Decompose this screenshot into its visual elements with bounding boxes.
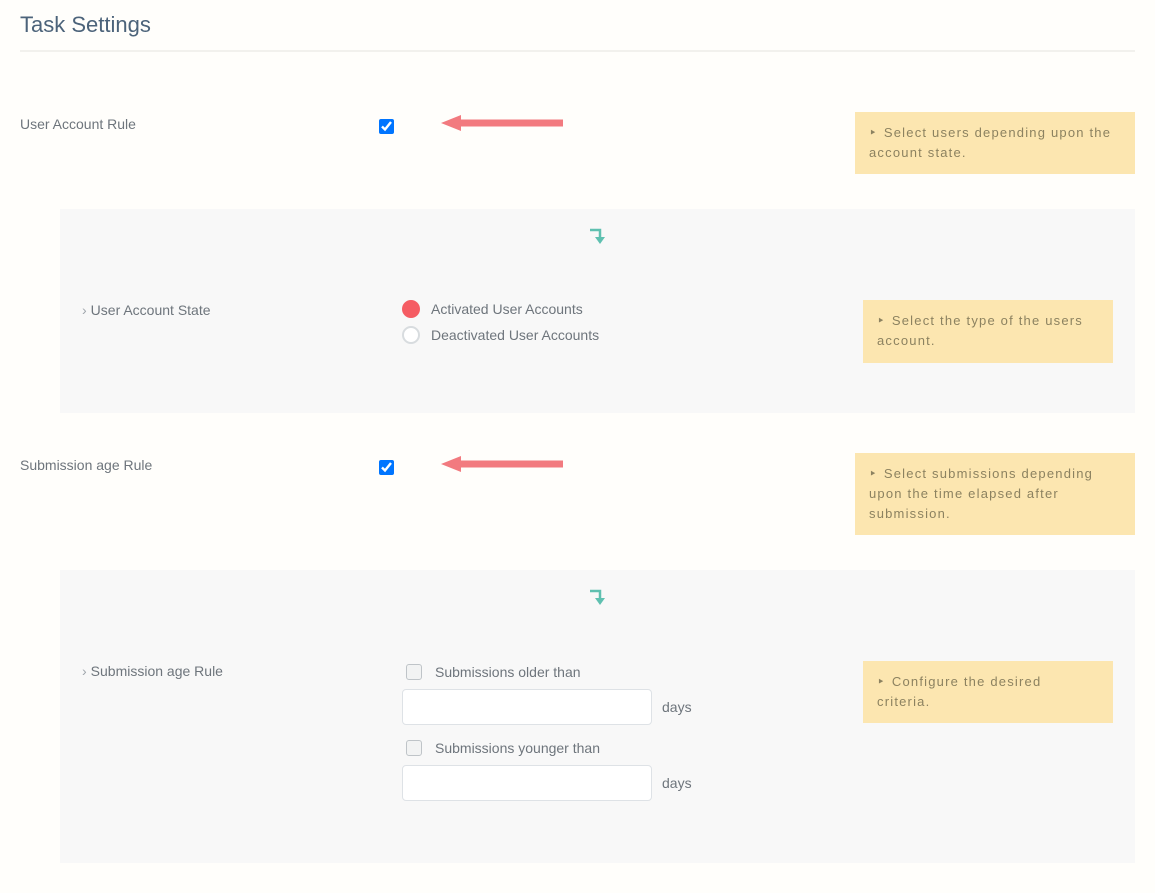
user-account-help: ‣Select users depending upon the account… bbox=[855, 112, 1135, 174]
submission-age-checkbox-wrap bbox=[375, 453, 425, 478]
bullet-icon: ‣ bbox=[869, 125, 878, 140]
submission-age-help-text: Select submissions depending upon the ti… bbox=[869, 466, 1093, 521]
user-account-checkbox-wrap bbox=[375, 112, 425, 137]
submission-age-sub-row: ›Submission age Rule Submissions older t… bbox=[82, 631, 1113, 813]
arrow-left-icon bbox=[437, 453, 567, 478]
down-arrow-icon bbox=[338, 227, 858, 250]
younger-than-input-row: days bbox=[402, 765, 848, 801]
older-than-input[interactable] bbox=[402, 689, 652, 725]
submission-age-panel: ›Submission age Rule Submissions older t… bbox=[60, 570, 1135, 863]
submission-age-rule-checkbox[interactable] bbox=[379, 460, 394, 475]
younger-than-row: Submissions younger than bbox=[402, 737, 848, 759]
arrow-left-icon bbox=[437, 112, 567, 137]
user-account-rule-checkbox[interactable] bbox=[379, 119, 394, 134]
older-than-label: Submissions older than bbox=[435, 664, 581, 680]
submission-age-sub-label-text: Submission age Rule bbox=[91, 663, 223, 679]
user-account-state-help: ‣Select the type of the users account. bbox=[863, 300, 1113, 362]
submission-age-options: Submissions older than days Submissions … bbox=[402, 661, 863, 813]
radio-activated[interactable] bbox=[402, 300, 420, 318]
bullet-icon: ‣ bbox=[877, 313, 886, 328]
younger-unit: days bbox=[662, 775, 692, 791]
submission-age-rule-label: Submission age Rule bbox=[20, 453, 375, 473]
user-account-state-panel: ›User Account State Activated User Accou… bbox=[60, 209, 1135, 412]
submission-age-sub-label: ›Submission age Rule bbox=[82, 661, 402, 679]
activated-accounts-option[interactable]: Activated User Accounts bbox=[402, 300, 848, 318]
activated-label: Activated User Accounts bbox=[431, 301, 583, 317]
chevron-icon: › bbox=[82, 663, 87, 679]
older-than-row: Submissions older than bbox=[402, 661, 848, 683]
younger-than-label: Submissions younger than bbox=[435, 740, 600, 756]
user-account-help-text: Select users depending upon the account … bbox=[869, 125, 1111, 160]
submission-age-sub-help-text: Configure the desired criteria. bbox=[877, 674, 1041, 709]
user-account-state-help-text: Select the type of the users account. bbox=[877, 313, 1083, 348]
page-title-bar: Task Settings bbox=[20, 0, 1135, 52]
user-account-state-label: ›User Account State bbox=[82, 300, 402, 318]
deactivated-accounts-option[interactable]: Deactivated User Accounts bbox=[402, 326, 848, 344]
younger-than-checkbox[interactable] bbox=[406, 740, 422, 756]
user-account-rule-label: User Account Rule bbox=[20, 112, 375, 132]
chevron-icon: › bbox=[82, 302, 87, 318]
user-account-state-row: ›User Account State Activated User Accou… bbox=[82, 270, 1113, 362]
down-arrow-icon bbox=[338, 588, 858, 611]
older-unit: days bbox=[662, 699, 692, 715]
user-account-state-label-text: User Account State bbox=[91, 302, 211, 318]
page-title: Task Settings bbox=[20, 12, 1135, 38]
older-than-input-row: days bbox=[402, 689, 848, 725]
older-than-checkbox[interactable] bbox=[406, 664, 422, 680]
submission-age-sub-help: ‣Configure the desired criteria. bbox=[863, 661, 1113, 723]
submission-age-rule-row: Submission age Rule ‣Select submissions … bbox=[20, 413, 1135, 555]
bullet-icon: ‣ bbox=[877, 674, 886, 689]
user-account-state-options: Activated User Accounts Deactivated User… bbox=[402, 300, 863, 352]
user-account-rule-row: User Account Rule ‣Select users dependin… bbox=[20, 72, 1135, 194]
submission-age-help: ‣Select submissions depending upon the t… bbox=[855, 453, 1135, 535]
radio-deactivated[interactable] bbox=[402, 326, 420, 344]
deactivated-label: Deactivated User Accounts bbox=[431, 327, 599, 343]
younger-than-input[interactable] bbox=[402, 765, 652, 801]
bullet-icon: ‣ bbox=[869, 466, 878, 481]
